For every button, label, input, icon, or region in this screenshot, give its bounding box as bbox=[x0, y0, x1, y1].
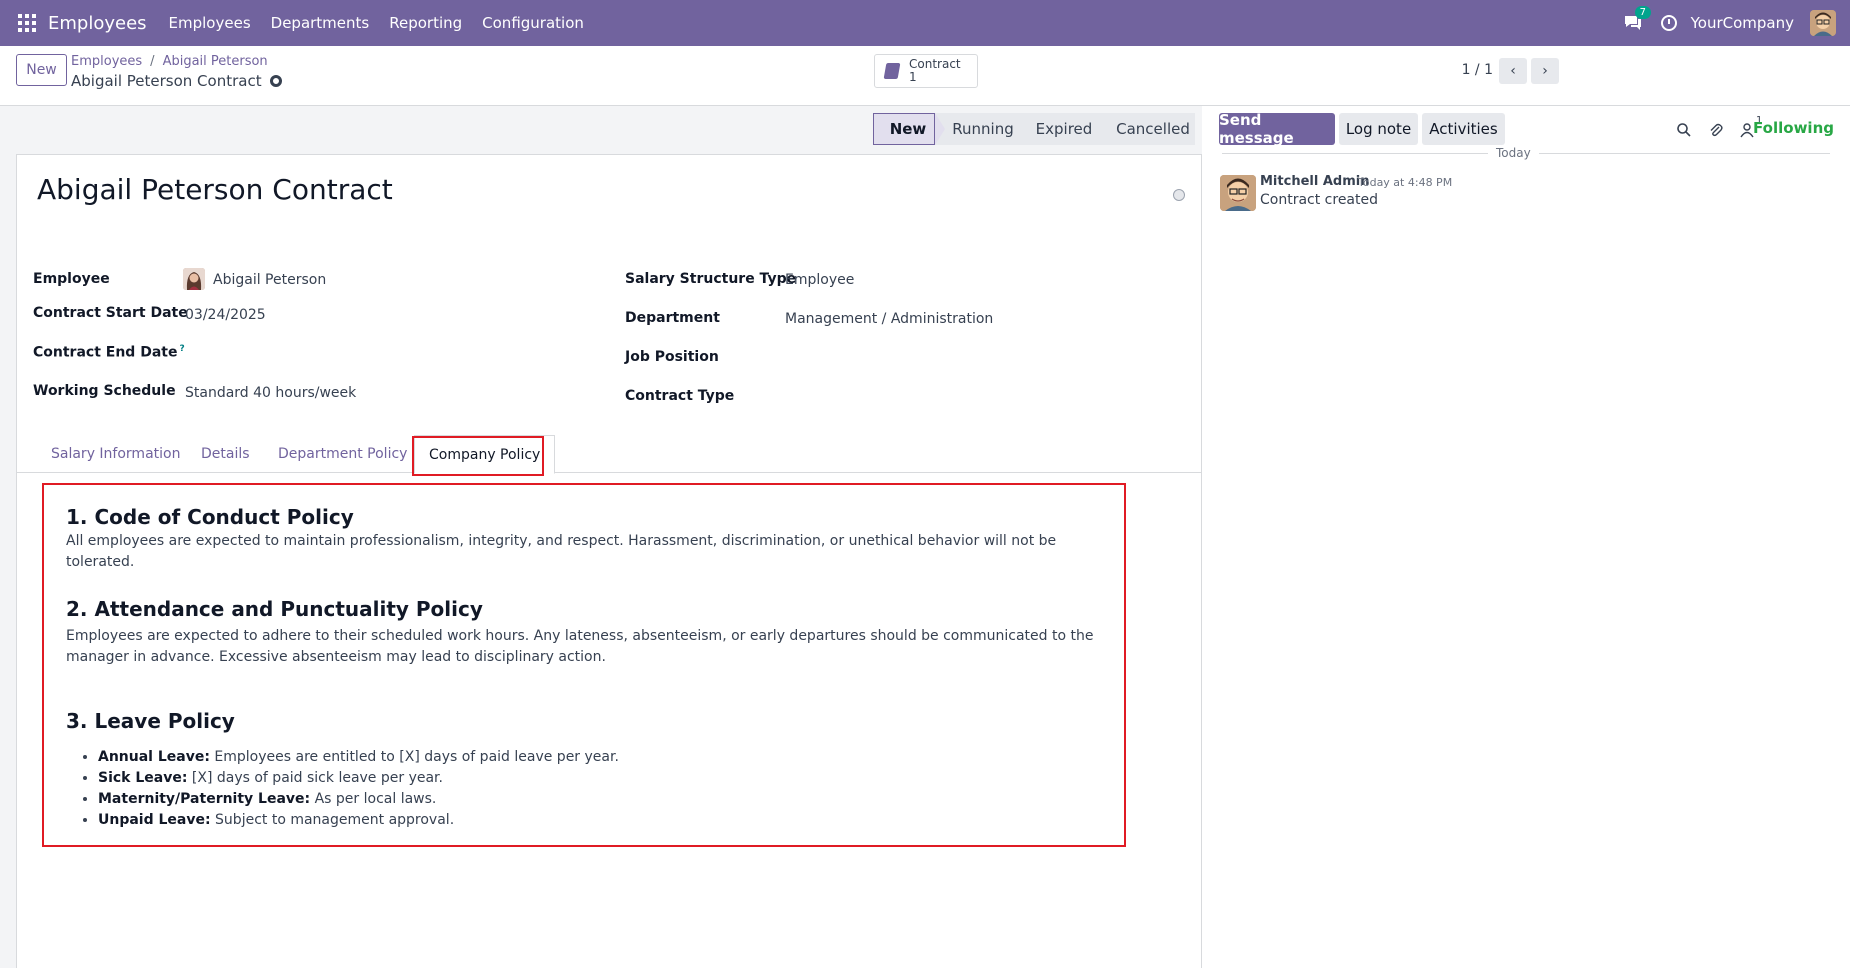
help-tooltip-icon[interactable]: ? bbox=[179, 344, 184, 354]
stage-expired[interactable]: Expired bbox=[1017, 113, 1107, 145]
employee-field[interactable]: Abigail Peterson bbox=[213, 272, 326, 288]
contract-type-label: Contract Type bbox=[625, 388, 735, 404]
message-body: Contract created bbox=[1260, 192, 1379, 208]
clock-icon[interactable] bbox=[1660, 15, 1677, 31]
notebook-tabs: Salary Information Details Department Po… bbox=[17, 435, 1203, 474]
chat-badge: 7 bbox=[1634, 6, 1651, 19]
stage-cancelled[interactable]: Cancelled bbox=[1097, 113, 1195, 145]
kanban-state-icon[interactable] bbox=[1173, 189, 1185, 201]
menu-reporting[interactable]: Reporting bbox=[389, 14, 462, 32]
salary-structure-type-label: Salary Structure Type bbox=[625, 271, 797, 287]
contract-name-field[interactable]: Abigail Peterson Contract bbox=[37, 173, 393, 206]
policy-heading-1: 1. Code of Conduct Policy bbox=[66, 505, 354, 529]
chevron-right-icon: › bbox=[1542, 63, 1548, 79]
end-date-field[interactable] bbox=[185, 345, 485, 363]
start-date-field[interactable]: 03/24/2025 bbox=[185, 307, 266, 323]
chevron-left-icon: ‹ bbox=[1510, 63, 1516, 79]
contract-type-field[interactable] bbox=[785, 389, 1085, 407]
breadcrumb-employee[interactable]: Abigail Peterson bbox=[163, 54, 268, 69]
breadcrumb: Employees / Abigail Peterson bbox=[71, 54, 268, 69]
list-item: Maternity/Paternity Leave: As per local … bbox=[98, 789, 619, 810]
department-label: Department bbox=[625, 310, 720, 326]
chat-icon[interactable]: 7 bbox=[1623, 6, 1651, 32]
log-note-button[interactable]: Log note bbox=[1339, 113, 1418, 145]
message-author[interactable]: Mitchell Admin bbox=[1260, 174, 1369, 189]
record-title-row: Abigail Peterson Contract bbox=[71, 72, 282, 90]
new-button[interactable]: New bbox=[16, 54, 67, 86]
working-schedule-field[interactable]: Standard 40 hours/week bbox=[185, 385, 356, 401]
employee-label: Employee bbox=[33, 271, 110, 287]
stage-new[interactable]: New bbox=[873, 113, 945, 145]
policy-text-1: All employees are expected to maintain p… bbox=[66, 533, 1057, 570]
chatter-panel: Send message Log note Activities 1 Follo… bbox=[1202, 106, 1850, 968]
form-sheet: Abigail Peterson Contract Employee Abiga… bbox=[16, 154, 1203, 968]
menu-configuration[interactable]: Configuration bbox=[482, 14, 584, 32]
employee-avatar bbox=[183, 268, 205, 290]
control-panel: New Employees / Abigail Peterson Abigail P… bbox=[0, 46, 1850, 106]
leave-policy-list: Annual Leave: Employees are entitled to … bbox=[86, 747, 619, 831]
breadcrumb-separator: / bbox=[150, 54, 155, 69]
tab-salary-information[interactable]: Salary Information bbox=[51, 435, 180, 473]
top-navbar: Employees Employees Departments Reportin… bbox=[0, 0, 1850, 46]
policy-heading-3: 3. Leave Policy bbox=[66, 709, 235, 733]
paperclip-icon[interactable] bbox=[1708, 122, 1724, 138]
date-separator-label: Today bbox=[1488, 146, 1539, 160]
company-switcher[interactable]: YourCompany bbox=[1691, 14, 1794, 32]
search-icon[interactable] bbox=[1676, 122, 1692, 138]
smart-button-label: Contract bbox=[909, 57, 961, 71]
policy-text-2: Employees are expected to adhere to thei… bbox=[66, 628, 1094, 665]
pager-previous-button[interactable]: ‹ bbox=[1499, 58, 1527, 84]
end-date-label: Contract End Date? bbox=[33, 344, 185, 361]
tab-department-policy[interactable]: Department Policy bbox=[278, 435, 407, 473]
apps-grid-icon[interactable] bbox=[18, 14, 36, 32]
pager-value[interactable]: 1 / 1 bbox=[1462, 62, 1493, 78]
salary-structure-type-field[interactable]: Employee bbox=[785, 272, 854, 288]
following-button[interactable]: Following bbox=[1753, 119, 1834, 137]
breadcrumb-employees[interactable]: Employees bbox=[71, 54, 142, 69]
menu-departments[interactable]: Departments bbox=[271, 14, 370, 32]
smart-button-count: 1 bbox=[909, 70, 917, 84]
policy-heading-2: 2. Attendance and Punctuality Policy bbox=[66, 597, 483, 621]
job-position-field[interactable] bbox=[785, 350, 1085, 368]
department-field[interactable]: Management / Administration bbox=[785, 311, 993, 327]
message-author-avatar[interactable] bbox=[1220, 175, 1256, 211]
app-name[interactable]: Employees bbox=[48, 13, 147, 34]
working-schedule-label: Working Schedule bbox=[33, 383, 176, 399]
tab-details[interactable]: Details bbox=[201, 435, 250, 473]
record-title: Abigail Peterson Contract bbox=[71, 72, 262, 90]
list-item: Annual Leave: Employees are entitled to … bbox=[98, 747, 619, 768]
gear-icon[interactable] bbox=[269, 75, 282, 87]
list-item: Unpaid Leave: Subject to management appr… bbox=[98, 810, 619, 831]
message-timestamp: Today at 4:48 PM bbox=[1358, 176, 1453, 189]
menu-employees[interactable]: Employees bbox=[169, 14, 251, 32]
tab-company-policy[interactable]: Company Policy bbox=[414, 435, 556, 474]
list-item: Sick Leave: [X] days of paid sick leave … bbox=[98, 768, 619, 789]
start-date-label: Contract Start Date bbox=[33, 305, 188, 321]
book-icon bbox=[883, 63, 901, 79]
user-avatar[interactable] bbox=[1810, 10, 1836, 36]
status-bar: New Running Expired Cancelled bbox=[873, 113, 1195, 145]
activities-button[interactable]: Activities bbox=[1422, 113, 1505, 145]
pager-next-button[interactable]: › bbox=[1531, 58, 1559, 84]
stage-running[interactable]: Running bbox=[935, 113, 1027, 145]
job-position-label: Job Position bbox=[625, 349, 719, 365]
company-policy-content[interactable]: 1. Code of Conduct Policy All employees … bbox=[42, 483, 1126, 847]
send-message-button[interactable]: Send message bbox=[1219, 111, 1335, 147]
contract-smart-button[interactable]: Contract 1 bbox=[874, 54, 978, 88]
